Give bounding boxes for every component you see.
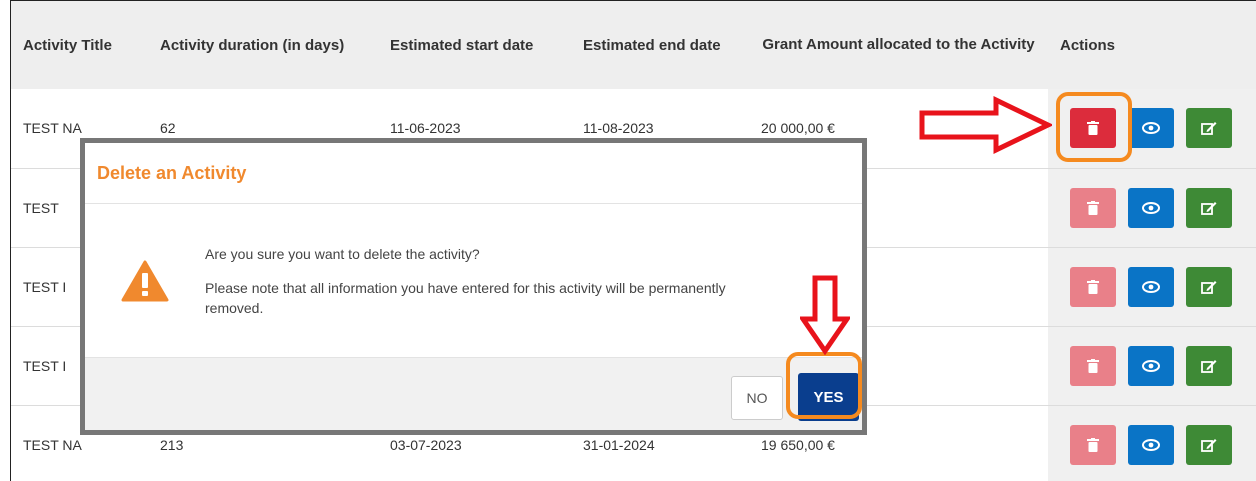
delete-button-highlight [1056, 92, 1132, 162]
cell-actions [1048, 246, 1256, 326]
delete-button[interactable] [1070, 266, 1116, 307]
confirm-question: Are you sure you want to delete the acti… [205, 245, 480, 262]
delete-button[interactable] [1070, 345, 1116, 386]
yes-button-highlight [786, 352, 862, 419]
table-header-row: Activity Title Activity duration (in day… [11, 1, 1256, 89]
edit-button[interactable] [1186, 187, 1232, 228]
edit-button[interactable] [1186, 424, 1232, 465]
view-button[interactable] [1128, 266, 1174, 307]
eye-icon [1142, 201, 1160, 214]
no-button[interactable]: NO [731, 376, 783, 420]
view-button[interactable] [1128, 187, 1174, 228]
eye-icon [1142, 280, 1160, 293]
header-grant-amount: Grant Amount allocated to the Activity [749, 1, 1048, 89]
arrow-right-icon [919, 96, 1052, 154]
delete-button[interactable] [1070, 424, 1116, 465]
delete-button[interactable] [1070, 187, 1116, 228]
edit-button[interactable] [1186, 266, 1232, 307]
trash-icon [1087, 437, 1099, 452]
edit-button[interactable] [1186, 108, 1232, 149]
cell-actions [1048, 404, 1256, 481]
modal-message: Are you sure you want to delete the acti… [205, 244, 785, 318]
cell-actions [1048, 325, 1256, 405]
eye-icon [1142, 122, 1160, 135]
edit-icon [1201, 280, 1217, 294]
header-actions: Actions [1048, 1, 1256, 89]
view-button[interactable] [1128, 424, 1174, 465]
trash-icon [1087, 200, 1099, 215]
arrow-down-icon [800, 275, 850, 355]
header-end-date: Estimated end date [571, 1, 749, 89]
header-activity-title: Activity Title [11, 1, 148, 89]
eye-icon [1142, 359, 1160, 372]
view-button[interactable] [1128, 108, 1174, 149]
header-activity-duration: Activity duration (in days) [148, 1, 378, 89]
warning-icon [115, 260, 175, 302]
edit-icon [1201, 122, 1217, 136]
view-button[interactable] [1128, 345, 1174, 386]
header-start-date: Estimated start date [378, 1, 571, 89]
modal-footer: NO YES [85, 357, 862, 430]
edit-icon [1201, 201, 1217, 215]
eye-icon [1142, 438, 1160, 451]
modal-body: Are you sure you want to delete the acti… [85, 204, 862, 357]
cell-actions [1048, 167, 1256, 247]
modal-title: Delete an Activity [97, 162, 247, 183]
confirm-note: Please note that all information you hav… [205, 279, 726, 316]
edit-button[interactable] [1186, 345, 1232, 386]
modal-header: Delete an Activity [85, 143, 862, 204]
trash-icon [1087, 358, 1099, 373]
trash-icon [1087, 279, 1099, 294]
edit-icon [1201, 438, 1217, 452]
edit-icon [1201, 359, 1217, 373]
delete-activity-modal: Delete an Activity Are you sure you want… [80, 138, 867, 435]
